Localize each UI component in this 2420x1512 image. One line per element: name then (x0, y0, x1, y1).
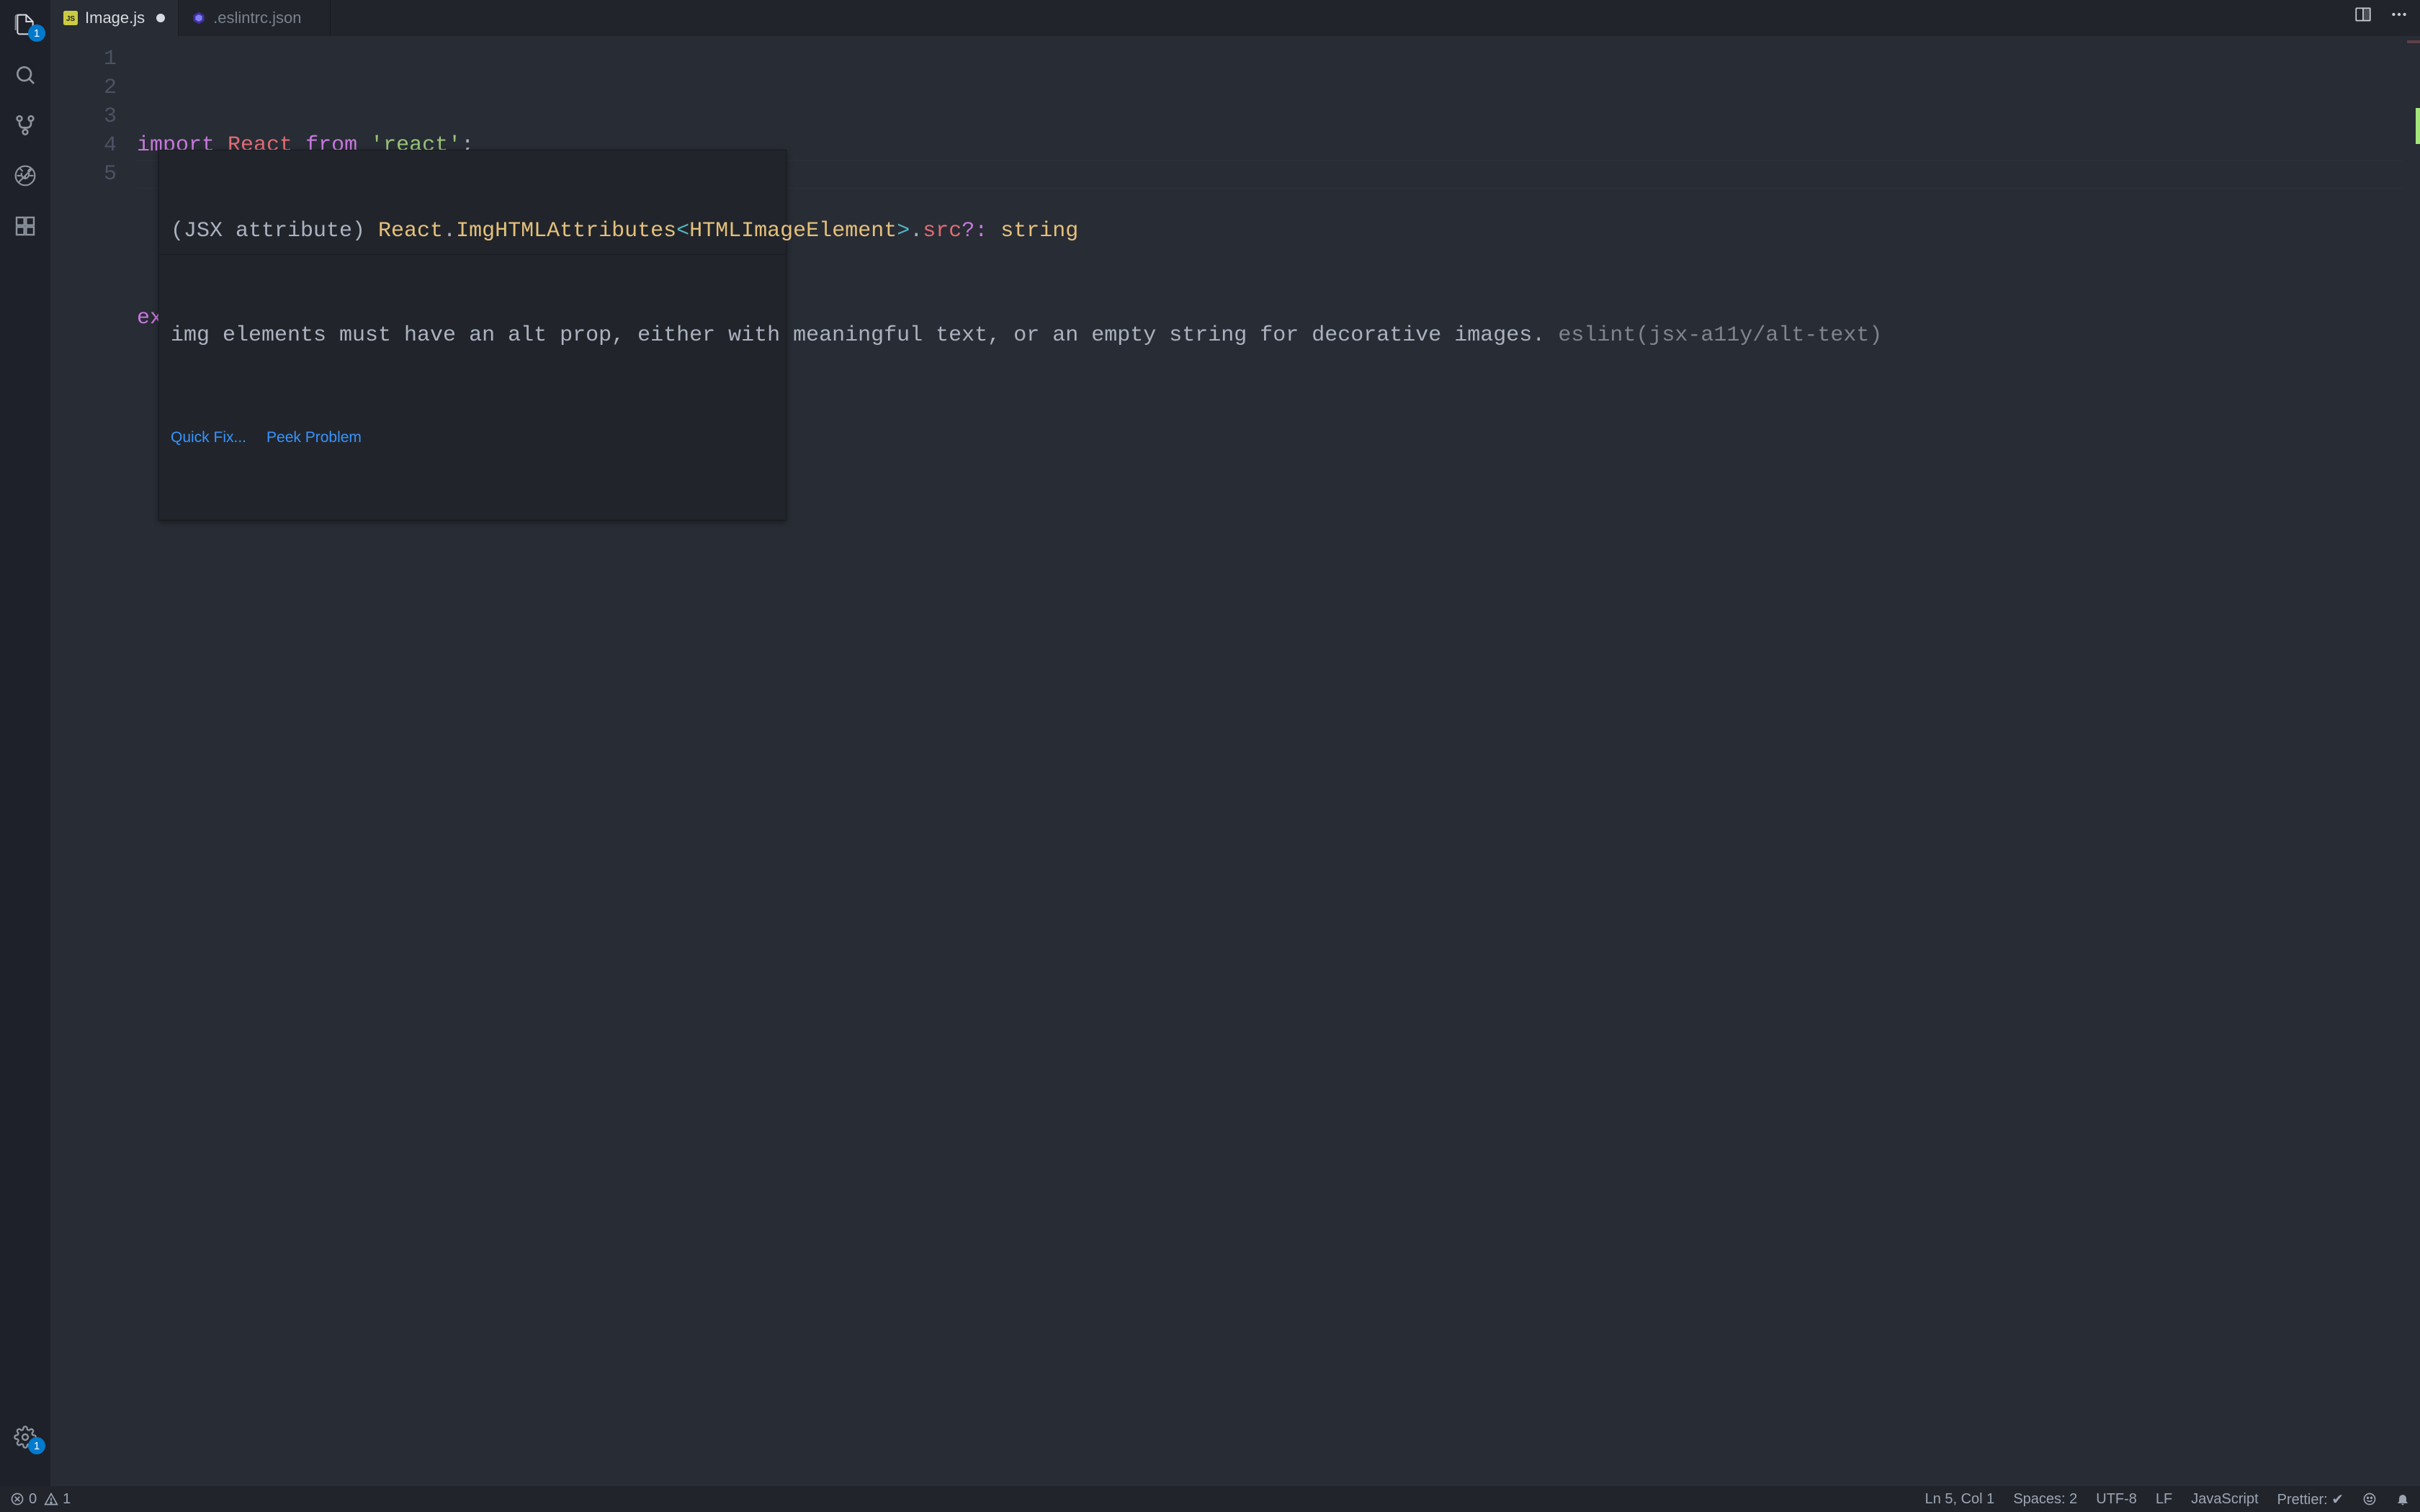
status-bar: 0 1 Ln 5, Col 1 Spaces: 2 UTF-8 LF JavaS… (0, 1486, 2420, 1512)
activity-bar: 1 1 (0, 0, 50, 1486)
status-language[interactable]: JavaScript (2191, 1491, 2258, 1508)
split-editor-icon[interactable] (2354, 5, 2372, 31)
peek-problem-link[interactable]: Peek Problem (266, 423, 362, 452)
status-warnings[interactable]: 1 (44, 1491, 71, 1508)
status-right: Ln 5, Col 1 Spaces: 2 UTF-8 LF JavaScrip… (1925, 1490, 2410, 1508)
code-content[interactable]: import React from 'react'; export const … (137, 36, 2403, 1486)
minimap[interactable] (2403, 36, 2420, 1486)
status-encoding[interactable]: UTF-8 (2096, 1491, 2137, 1508)
settings-badge: 1 (28, 1437, 45, 1454)
line-number: 2 (50, 73, 117, 102)
hover-tooltip: (JSX attribute) React.ImgHTMLAttributes<… (158, 150, 786, 521)
status-spaces[interactable]: Spaces: 2 (2013, 1491, 2077, 1508)
js-file-icon: JS (63, 11, 78, 25)
tab-label: .eslintrc.json (213, 9, 301, 27)
explorer-icon[interactable]: 1 (12, 12, 38, 37)
eslint-file-icon (192, 11, 206, 25)
overview-ruler-mark (2416, 108, 2420, 144)
line-number-gutter: 1 2 3 4 5 (50, 36, 137, 1486)
minimap-marker-icon (2407, 40, 2420, 43)
status-left: 0 1 (10, 1491, 71, 1508)
main-area: 1 1 JS Image.js .esl (0, 0, 2420, 1486)
svg-text:JS: JS (66, 15, 76, 23)
extensions-icon[interactable] (12, 213, 38, 239)
search-icon[interactable] (12, 62, 38, 88)
hover-actions: Quick Fix... Peek Problem (159, 416, 786, 462)
line-number: 3 (50, 102, 117, 131)
status-ln-col[interactable]: Ln 5, Col 1 (1925, 1491, 1995, 1508)
debug-icon[interactable] (12, 163, 38, 189)
explorer-badge: 1 (28, 24, 45, 42)
tab-actions (2354, 0, 2420, 36)
tab-label: Image.js (85, 9, 145, 27)
quick-fix-link[interactable]: Quick Fix... (171, 423, 246, 452)
status-eol[interactable]: LF (2156, 1491, 2172, 1508)
hover-signature: (JSX attribute) React.ImgHTMLAttributes<… (159, 208, 786, 255)
line-number: 4 (50, 131, 117, 160)
line-number: 5 (50, 160, 117, 189)
status-feedback-icon[interactable] (2362, 1492, 2377, 1506)
hover-message: img elements must have an alt prop, eith… (159, 312, 786, 359)
source-control-icon[interactable] (12, 112, 38, 138)
status-prettier[interactable]: Prettier: ✔ (2277, 1490, 2344, 1508)
settings-gear-icon[interactable]: 1 (12, 1424, 38, 1450)
tab-image-js[interactable]: JS Image.js (50, 0, 179, 36)
editor-region: JS Image.js .eslintrc.json 1 2 3 4 5 (50, 0, 2420, 1486)
tab-eslintrc[interactable]: .eslintrc.json (179, 0, 331, 36)
editor-body[interactable]: 1 2 3 4 5 import React from 'react'; exp… (50, 36, 2420, 1486)
warning-icon (44, 1492, 58, 1506)
tab-bar: JS Image.js .eslintrc.json (50, 0, 2420, 36)
tab-dirty-indicator-icon (156, 14, 165, 22)
status-bell-icon[interactable] (2396, 1492, 2410, 1506)
error-icon (10, 1492, 24, 1506)
status-errors[interactable]: 0 (10, 1491, 37, 1508)
line-number: 1 (50, 45, 117, 73)
more-actions-icon[interactable] (2390, 5, 2408, 31)
